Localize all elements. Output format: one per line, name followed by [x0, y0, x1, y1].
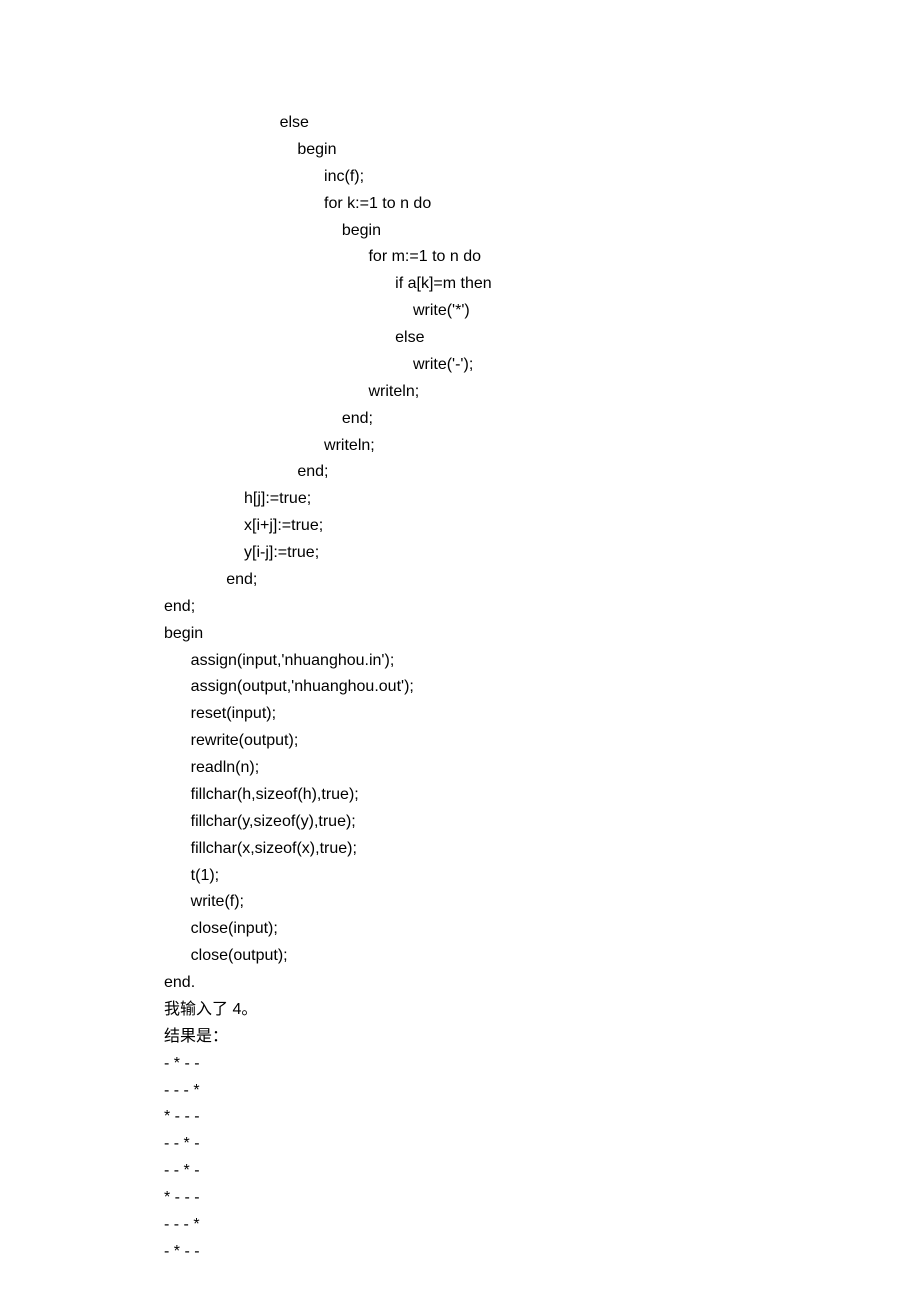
- code-line: else: [164, 110, 920, 137]
- code-line: end;: [164, 406, 920, 433]
- code-line: 我输入了 4。: [164, 997, 920, 1024]
- code-line: readln(n);: [164, 755, 920, 782]
- code-line: end;: [164, 459, 920, 486]
- code-line: assign(input,'nhuanghou.in');: [164, 648, 920, 675]
- code-line: - - * -: [164, 1131, 920, 1158]
- code-line: rewrite(output);: [164, 728, 920, 755]
- code-line: close(output);: [164, 943, 920, 970]
- code-line: fillchar(x,sizeof(x),true);: [164, 836, 920, 863]
- code-line: - * - -: [164, 1239, 920, 1266]
- code-line: begin: [164, 137, 920, 164]
- code-line: x[i+j]:=true;: [164, 513, 920, 540]
- code-line: 结果是：: [164, 1024, 920, 1051]
- code-line: begin: [164, 218, 920, 245]
- code-line: writeln;: [164, 433, 920, 460]
- code-line: fillchar(y,sizeof(y),true);: [164, 809, 920, 836]
- code-line: for k:=1 to n do: [164, 191, 920, 218]
- code-document: else begin inc(f); for k:=1 to n do begi…: [164, 110, 920, 1266]
- code-line: * - - -: [164, 1104, 920, 1131]
- code-line: - * - -: [164, 1051, 920, 1078]
- code-line: begin: [164, 621, 920, 648]
- code-line: write(f);: [164, 889, 920, 916]
- code-line: write('*'): [164, 298, 920, 325]
- code-line: * - - -: [164, 1185, 920, 1212]
- code-line: t(1);: [164, 863, 920, 890]
- code-line: reset(input);: [164, 701, 920, 728]
- code-line: for m:=1 to n do: [164, 244, 920, 271]
- code-line: h[j]:=true;: [164, 486, 920, 513]
- code-line: - - - *: [164, 1078, 920, 1105]
- code-line: inc(f);: [164, 164, 920, 191]
- code-line: assign(output,'nhuanghou.out');: [164, 674, 920, 701]
- code-line: end;: [164, 567, 920, 594]
- code-line: - - * -: [164, 1158, 920, 1185]
- code-line: end.: [164, 970, 920, 997]
- code-line: if a[k]=m then: [164, 271, 920, 298]
- code-line: write('-');: [164, 352, 920, 379]
- code-line: close(input);: [164, 916, 920, 943]
- code-line: y[i-j]:=true;: [164, 540, 920, 567]
- code-line: else: [164, 325, 920, 352]
- code-line: - - - *: [164, 1212, 920, 1239]
- code-line: fillchar(h,sizeof(h),true);: [164, 782, 920, 809]
- code-line: end;: [164, 594, 920, 621]
- code-line: writeln;: [164, 379, 920, 406]
